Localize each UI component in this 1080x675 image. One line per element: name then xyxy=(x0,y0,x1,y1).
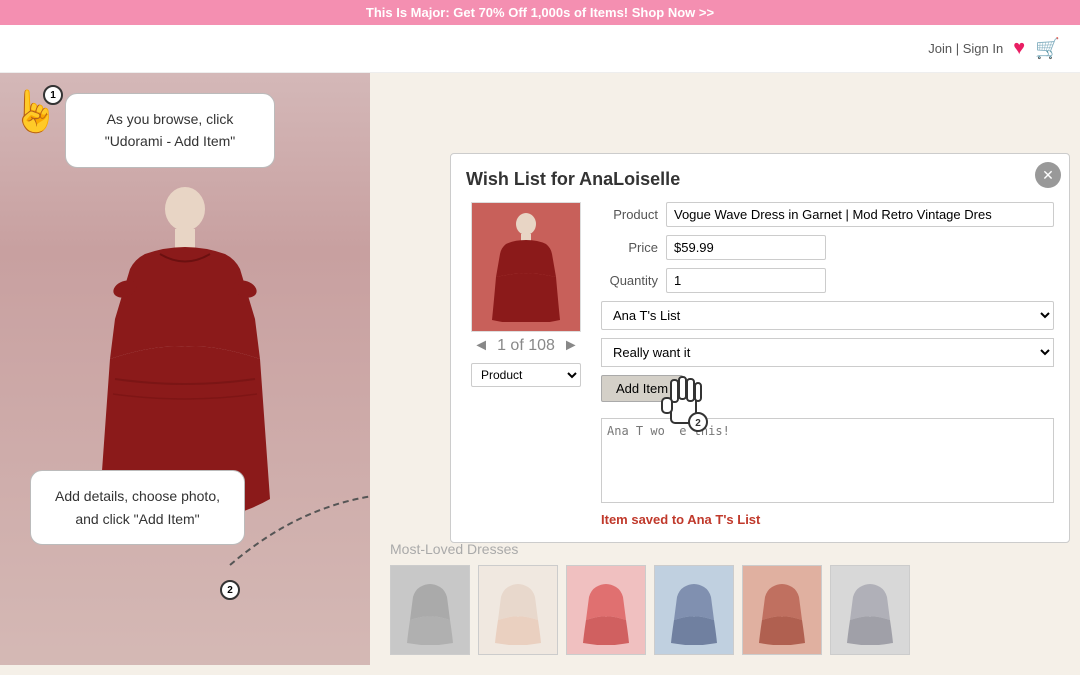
thumb-dress-svg xyxy=(486,212,566,322)
wishlist-icon[interactable]: ♥ xyxy=(1013,37,1025,60)
page-info: 1 of 108 xyxy=(497,337,555,355)
next-button[interactable]: ► xyxy=(563,337,579,355)
promo-text: This Is Major: Get 70% Off 1,000s of Ite… xyxy=(366,5,714,20)
header-links: Join | Sign In ♥ 🛒 xyxy=(928,36,1060,61)
thumb-pink[interactable] xyxy=(566,565,646,655)
product-type-select-area: Product xyxy=(471,363,581,387)
thumb-floral[interactable] xyxy=(478,565,558,655)
thumb-coral[interactable] xyxy=(742,565,822,655)
product-label: Product xyxy=(601,207,666,222)
price-row: Price xyxy=(601,235,1054,260)
list-select-row: Ana T's List xyxy=(601,301,1054,330)
product-type-dropdown[interactable]: Product xyxy=(471,363,581,387)
product-row: Product xyxy=(601,202,1054,227)
notes-textarea[interactable]: Ana T wo e this! xyxy=(601,418,1054,503)
badge-1: 1 xyxy=(43,85,63,105)
product-thumbnail xyxy=(471,202,581,332)
price-input[interactable] xyxy=(666,235,826,260)
product-area: ☝ 1 As you browse, click"Udorami - Add I… xyxy=(0,73,370,665)
close-button[interactable]: ✕ xyxy=(1035,162,1061,188)
wishlist-title: Wish List for AnaLoiselle xyxy=(466,169,1054,190)
add-item-row: Add Item xyxy=(601,375,1054,410)
close-icon: ✕ xyxy=(1042,167,1054,184)
tooltip-bubble-2: Add details, choose photo,and click "Add… xyxy=(30,470,245,545)
saved-message: Item saved to Ana T's List xyxy=(601,512,1054,527)
quantity-label: Quantity xyxy=(601,273,666,288)
thumb-blue[interactable] xyxy=(654,565,734,655)
quantity-input[interactable] xyxy=(666,268,826,293)
thumb-sparkle[interactable] xyxy=(390,565,470,655)
right-area: ✕ Wish List for AnaLoiselle xyxy=(370,73,1080,665)
wishlist-content: ◄ 1 of 108 ► Product Product xyxy=(466,202,1054,527)
thumb-nav: ◄ 1 of 108 ► xyxy=(473,337,579,355)
most-loved-title: Most-Loved Dresses xyxy=(390,541,1060,557)
bag-icon[interactable]: 🛒 xyxy=(1035,36,1060,61)
promo-banner[interactable]: This Is Major: Get 70% Off 1,000s of Ite… xyxy=(0,0,1080,25)
tooltip-bubble-1: As you browse, click"Udorami - Add Item" xyxy=(65,93,275,168)
product-input[interactable] xyxy=(666,202,1054,227)
priority-dropdown[interactable]: Really want it Want it Nice to have xyxy=(601,338,1054,367)
prev-button[interactable]: ◄ xyxy=(473,337,489,355)
tooltip-1-text: As you browse, click"Udorami - Add Item" xyxy=(105,111,236,149)
bottom-section: Most-Loved Dresses xyxy=(370,531,1080,665)
tooltip-2-text: Add details, choose photo,and click "Add… xyxy=(55,488,220,526)
quantity-row: Quantity xyxy=(601,268,1054,293)
wishlist-panel: ✕ Wish List for AnaLoiselle xyxy=(450,153,1070,543)
product-thumb-area: ◄ 1 of 108 ► Product xyxy=(466,202,586,527)
form-area: Product Price Quantity xyxy=(601,202,1054,527)
join-signin-link[interactable]: Join | Sign In xyxy=(928,41,1003,56)
list-dropdown[interactable]: Ana T's List xyxy=(601,301,1054,330)
dress-thumbnails xyxy=(390,565,1060,655)
thumb-grey[interactable] xyxy=(830,565,910,655)
tooltip-area-2: Add details, choose photo,and click "Add… xyxy=(30,470,245,545)
add-item-button[interactable]: Add Item xyxy=(601,375,683,402)
badge-2: 2 xyxy=(220,580,240,600)
site-header: Join | Sign In ♥ 🛒 xyxy=(0,25,1080,73)
price-label: Price xyxy=(601,240,666,255)
main-area: ☝ 1 As you browse, click"Udorami - Add I… xyxy=(0,73,1080,665)
priority-select-row: Really want it Want it Nice to have xyxy=(601,338,1054,367)
